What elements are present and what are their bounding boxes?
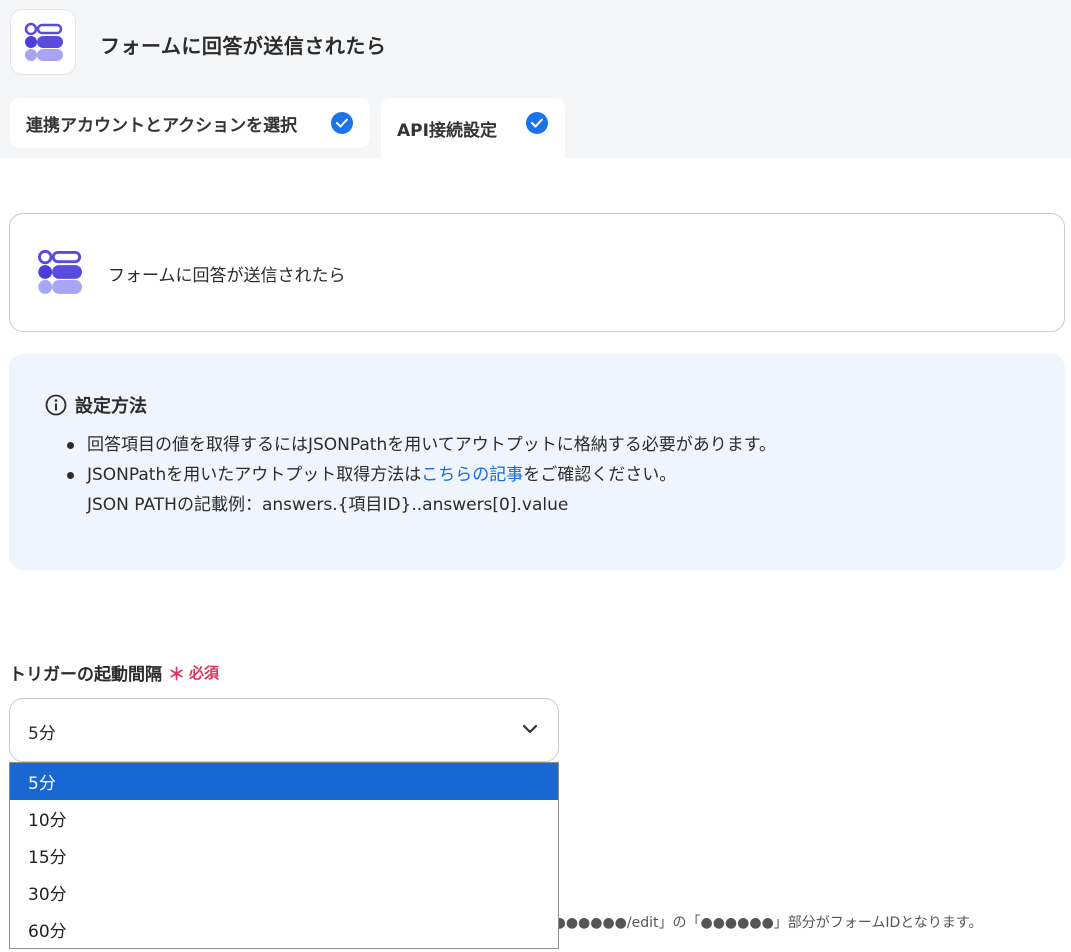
info-list: 回答項目の値を取得するにはJSONPathを用いてアウトプットに格納する必要があ… — [67, 430, 776, 520]
list-item: JSONPathを用いたアウトプット取得方法はこちらの記事をご確認ください。 — [67, 460, 776, 490]
tab-api-settings[interactable]: API接続設定 — [381, 98, 565, 158]
interval-option-60[interactable]: 60分 — [10, 911, 558, 948]
app-title: フォームに回答が送信されたら — [100, 34, 387, 58]
interval-select-value: 5分 — [28, 724, 56, 744]
interval-option-30[interactable]: 30分 — [10, 874, 558, 911]
check-icon — [526, 112, 548, 134]
check-icon — [331, 112, 353, 134]
info-heading: 設定方法 — [45, 392, 147, 418]
form-id-note: d/●●●●●●/edit」の「●●●●●●」部分がフォームIDとなります。 — [540, 915, 983, 931]
interval-label-text: トリガーの起動間隔 — [9, 665, 162, 685]
required-text: 必須 — [189, 664, 220, 682]
tab-label: 連携アカウントとアクションを選択 — [26, 115, 298, 136]
info-item-text: JSONPathを用いたアウトプット取得方法は — [87, 465, 422, 485]
interval-option-15[interactable]: 15分 — [10, 837, 558, 874]
interval-option-10[interactable]: 10分 — [10, 800, 558, 837]
trigger-card: フォームに回答が送信されたら — [9, 213, 1065, 332]
info-heading-text: 設定方法 — [75, 396, 147, 417]
form-app-icon — [24, 22, 63, 61]
form-app-icon — [36, 249, 82, 299]
json-path-example: JSON PATHの記載例：answers.{項目ID}..answers[0]… — [87, 495, 569, 515]
trigger-label: フォームに回答が送信されたら — [108, 266, 346, 286]
interval-dropdown-list[interactable]: 5分 10分 15分 30分 60分 — [9, 762, 559, 949]
interval-option-5[interactable]: 5分 — [10, 763, 558, 800]
article-link[interactable]: こちらの記事 — [421, 465, 523, 485]
list-item: 回答項目の値を取得するにはJSONPathを用いてアウトプットに格納する必要があ… — [67, 430, 776, 460]
interval-select[interactable]: 5分 — [9, 698, 559, 762]
chevron-down-icon — [522, 724, 538, 734]
info-item-text: 回答項目の値を取得するにはJSONPathを用いてアウトプットに格納する必要があ… — [87, 435, 777, 455]
info-item-text: をご確認ください。 — [523, 465, 677, 485]
tab-label: API接続設定 — [397, 120, 497, 141]
setup-info-box: 設定方法 回答項目の値を取得するにはJSONPathを用いてアウトプットに格納す… — [9, 354, 1065, 570]
info-icon — [45, 394, 67, 416]
required-mark: ＊ — [168, 665, 185, 685]
app-icon — [10, 9, 76, 75]
interval-field-label: トリガーの起動間隔 ＊ 必須 — [9, 660, 219, 685]
tab-account-action[interactable]: 連携アカウントとアクションを選択 — [10, 98, 370, 148]
